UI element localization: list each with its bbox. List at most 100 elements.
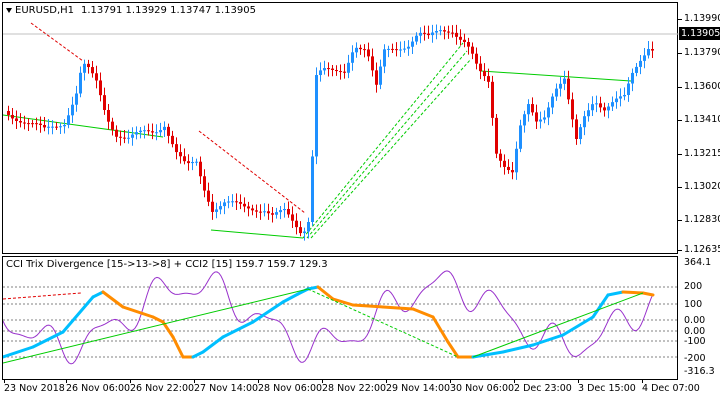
candle-body — [83, 63, 86, 73]
candle-body — [79, 72, 82, 94]
divergence-line — [302, 42, 464, 239]
axis-tick — [678, 187, 682, 188]
candle-body — [495, 117, 498, 154]
candle-body — [611, 102, 614, 107]
candle-body — [223, 202, 226, 207]
price-chart-canvas[interactable] — [3, 3, 679, 255]
divergence-line — [310, 58, 472, 239]
candle-body — [455, 32, 458, 37]
axis-tick — [678, 220, 682, 221]
candle-body — [371, 56, 374, 71]
chevron-down-icon[interactable] — [6, 8, 12, 13]
candle-body — [355, 47, 358, 53]
trix-segment — [306, 285, 320, 291]
candle-body — [487, 76, 490, 82]
candle-body — [571, 99, 574, 120]
trix-segment — [201, 335, 225, 354]
candle-body — [163, 126, 166, 131]
candle-body — [267, 211, 270, 214]
candle-body — [175, 144, 178, 153]
candle-body — [603, 107, 606, 111]
candle-body — [135, 132, 138, 135]
trix-segment — [431, 315, 450, 344]
candle-body — [379, 66, 382, 85]
axis-tick — [678, 250, 682, 251]
candle-body — [375, 70, 378, 85]
candle-body — [23, 122, 26, 124]
chart-header: EURUSD,H1 1.13791 1.13929 1.13747 1.1390… — [6, 5, 256, 16]
candle-body — [503, 160, 506, 167]
ohlc-label: 1.13791 1.13929 1.13747 1.13905 — [81, 5, 256, 16]
trix-segment — [3, 345, 35, 359]
price-axis-label: 1.13215 — [684, 148, 720, 159]
candle-body — [359, 47, 362, 50]
candle-body — [227, 201, 230, 203]
candle-body — [623, 95, 626, 97]
candle-body — [431, 32, 434, 36]
indicator-trendline — [3, 292, 82, 300]
trix-segment — [151, 315, 165, 324]
candle-body — [31, 123, 34, 125]
time-axis-label: 2 Dec 23:00 — [514, 383, 572, 394]
candle-body — [287, 209, 290, 215]
trix-segment — [351, 303, 385, 309]
candle-body — [51, 126, 54, 128]
trix-segment — [411, 307, 435, 319]
candle-body — [351, 52, 354, 63]
candle-body — [363, 49, 366, 51]
candle-body — [39, 123, 42, 126]
time-axis-label: 26 Nov 22:00 — [130, 383, 195, 394]
candle-body — [407, 46, 410, 49]
candle-body — [423, 32, 426, 34]
candle-body — [511, 170, 514, 173]
candle-body — [619, 96, 622, 99]
candle-body — [391, 48, 394, 50]
candle-body — [291, 214, 294, 221]
candle-body — [451, 32, 454, 34]
candle-body — [323, 68, 326, 71]
time-axis-label: 28 Nov 22:00 — [322, 383, 387, 394]
trix-segment — [251, 300, 285, 324]
candle-body — [43, 125, 46, 128]
candle-body — [119, 136, 122, 138]
price-axis-label: 1.13600 — [684, 81, 720, 92]
candle-body — [127, 137, 130, 139]
candle-body — [327, 68, 330, 70]
candle-body — [159, 130, 162, 133]
candle-body — [183, 156, 186, 162]
price-axis-label: 1.12830 — [684, 214, 720, 225]
candle-body — [535, 112, 538, 122]
candle-body — [63, 124, 66, 127]
candle-body — [203, 176, 206, 191]
candle-body — [15, 118, 18, 121]
candle-body — [191, 162, 194, 164]
candle-body — [263, 211, 266, 213]
price-chart-pane[interactable] — [2, 2, 679, 255]
candle-body — [279, 210, 282, 213]
candle-body — [47, 126, 50, 128]
symbol-label: EURUSD,H1 — [15, 5, 75, 16]
candle-body — [123, 137, 126, 139]
trix-segment — [171, 335, 185, 359]
candle-body — [463, 39, 466, 43]
indicator-pane[interactable] — [2, 256, 679, 381]
trix-segment — [121, 305, 155, 319]
candle-body — [539, 119, 542, 122]
candle-body — [471, 46, 474, 54]
indicator-axis-label: 100 — [684, 299, 703, 310]
candle-body — [515, 148, 518, 173]
trix-segment — [191, 350, 205, 359]
candle-body — [555, 88, 558, 97]
indicator-canvas[interactable] — [3, 257, 679, 381]
trix-segment — [61, 295, 95, 334]
trix-segment — [101, 290, 125, 309]
candle-body — [7, 111, 10, 115]
chart-window[interactable]: EURUSD,H1 1.13791 1.13929 1.13747 1.1390… — [0, 0, 720, 400]
candle-body — [419, 32, 422, 36]
trix-segment — [591, 293, 610, 319]
candle-body — [143, 130, 146, 132]
axis-tick — [678, 87, 682, 88]
candle-body — [283, 209, 286, 211]
trix-segment — [531, 333, 565, 347]
time-axis-label: 4 Dec 07:00 — [642, 383, 700, 394]
